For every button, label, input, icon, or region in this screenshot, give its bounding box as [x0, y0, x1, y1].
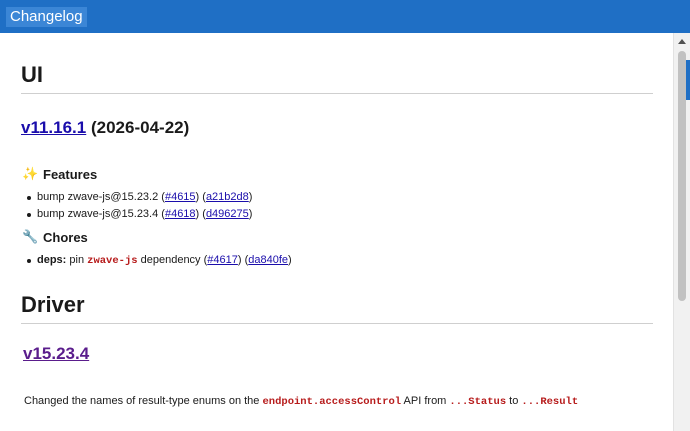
pr-link[interactable]: #4617	[207, 254, 238, 266]
scroll-thumb[interactable]	[678, 51, 686, 301]
version-link-ui[interactable]: v11.16.1	[21, 118, 86, 137]
commit-link[interactable]: d496275	[206, 208, 249, 220]
inline-code: ...Result	[521, 396, 579, 408]
section-divider	[21, 323, 653, 324]
version-date: (2026-04-22)	[90, 118, 190, 137]
item-text: ) (	[195, 191, 206, 203]
version-link-driver[interactable]: v15.23.4	[23, 344, 89, 363]
chores-label: Chores	[43, 229, 88, 245]
item-text: dependency (	[137, 254, 208, 266]
list-item: deps: pin zwave-js dependency (#4617) (d…	[24, 252, 292, 270]
version-heading-ui: v11.16.1 (2026-04-22)	[21, 118, 189, 138]
driver-paragraph: Changed the names of result-type enums o…	[24, 395, 578, 408]
list-item: bump zwave-js@15.23.4 (#4618) (d496275)	[24, 206, 252, 223]
list-item: bump zwave-js@15.23.2 (#4615) (a21b2d8)	[24, 189, 252, 206]
sparkles-icon: ✨	[22, 166, 39, 181]
features-list: bump zwave-js@15.23.2 (#4615) (a21b2d8) …	[24, 189, 252, 223]
paragraph-text: API from	[401, 395, 450, 407]
scroll-up-icon[interactable]	[674, 33, 690, 49]
pr-link[interactable]: #4618	[165, 208, 196, 220]
window-titlebar: Changelog	[0, 0, 690, 33]
chores-heading: 🔧 Chores	[22, 229, 88, 245]
pr-link[interactable]: #4615	[165, 191, 196, 203]
item-text: )	[248, 191, 253, 203]
section-heading-driver: Driver	[21, 292, 85, 317]
item-text: bump zwave-js@15.23.4 (	[37, 208, 165, 220]
inline-code: zwave-js	[87, 255, 138, 267]
window-title: Changelog	[6, 7, 87, 27]
item-text: )	[288, 254, 292, 266]
section-heading-ui: UI	[21, 62, 43, 87]
commit-link[interactable]: da840fe	[248, 254, 288, 266]
paragraph-text: to	[506, 395, 522, 407]
features-label: Features	[43, 166, 98, 182]
item-text: ) (	[237, 254, 249, 266]
wrench-icon: 🔧	[22, 229, 39, 244]
item-text: bump zwave-js@15.23.2 (	[37, 191, 165, 203]
scope-label: deps:	[37, 254, 67, 266]
item-text: pin	[66, 254, 88, 266]
chores-list: deps: pin zwave-js dependency (#4617) (d…	[24, 252, 292, 270]
inline-code: ...Status	[449, 396, 507, 408]
item-text: )	[248, 208, 253, 220]
item-text: ) (	[195, 208, 206, 220]
background-window-edge	[686, 60, 690, 100]
paragraph-text: Changed the names of result-type enums o…	[24, 395, 263, 407]
version-heading-driver: v15.23.4	[23, 344, 89, 364]
changelog-content: UI v11.16.1 (2026-04-22) ✨ Features bump…	[0, 33, 673, 431]
features-heading: ✨ Features	[22, 166, 97, 182]
inline-code: endpoint.accessControl	[262, 396, 402, 408]
section-divider	[21, 93, 653, 94]
commit-link[interactable]: a21b2d8	[206, 191, 249, 203]
